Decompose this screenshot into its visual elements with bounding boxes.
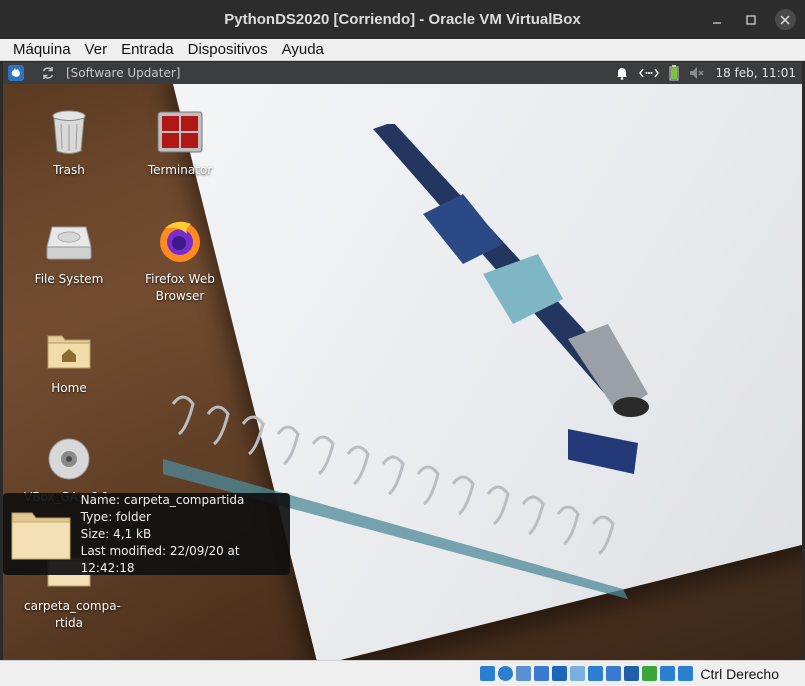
network-icon[interactable] xyxy=(639,66,660,80)
usb-icon[interactable] xyxy=(552,666,568,681)
taskbar-item-software-updater[interactable]: [Software Updater] xyxy=(66,66,180,80)
maximize-button[interactable] xyxy=(734,0,768,39)
label-line: carpeta_compa- xyxy=(24,599,121,613)
menubar: Máquina Ver Entrada Dispositivos Ayuda xyxy=(0,39,805,61)
terminal-icon xyxy=(157,111,203,153)
folder-icon xyxy=(11,512,71,560)
cpu-icon[interactable] xyxy=(642,666,658,681)
cd-icon xyxy=(48,438,90,480)
menu-dispositivos[interactable]: Dispositivos xyxy=(181,41,275,58)
menu-ayuda[interactable]: Ayuda xyxy=(275,41,331,58)
file-tooltip: Name: carpeta_compartida Type: folder Si… xyxy=(3,493,290,575)
software-updater-launcher[interactable] xyxy=(40,65,56,81)
close-icon xyxy=(780,14,790,25)
label-line: rtida xyxy=(55,616,83,630)
wallpaper-logo xyxy=(568,429,638,474)
desktop-icon-label: Terminator xyxy=(147,163,213,177)
close-button[interactable] xyxy=(768,0,802,39)
tooltip-name: Name: carpeta_compartida xyxy=(80,492,245,507)
panel-clock[interactable]: 18 feb, 11:01 xyxy=(715,66,796,80)
drive-icon xyxy=(46,226,92,260)
firefox-icon xyxy=(160,221,200,262)
video-capture-icon[interactable] xyxy=(606,666,622,681)
tooltip-modified: Last modified: 22/09/20 at 12:42:18 xyxy=(80,543,240,575)
system-tray: 18 feb, 11:01 xyxy=(615,62,802,84)
minimize-button[interactable] xyxy=(700,0,734,39)
desktop-icon-label: Firefox Web Browser xyxy=(145,272,215,303)
desktop-icon-label: Trash xyxy=(53,163,85,177)
tooltip-type: Type: folder xyxy=(80,509,151,524)
tooltip-size: Size: 4,1 kB xyxy=(80,526,152,541)
menu-maquina[interactable]: Máquina xyxy=(6,41,78,58)
trash-icon xyxy=(52,110,86,154)
guest-desktop[interactable]: Trash Terminator File System Firefox Web… xyxy=(3,84,802,660)
display-icon[interactable] xyxy=(588,666,604,681)
xfce-mouse-icon xyxy=(11,68,20,77)
menu-ver[interactable]: Ver xyxy=(78,41,115,58)
desktop-icon-home[interactable]: Home xyxy=(24,326,114,397)
refresh-icon xyxy=(42,67,54,79)
desktop-icon-file-system[interactable]: File System xyxy=(24,217,114,288)
desktop-icon-trash[interactable]: Trash xyxy=(24,108,114,179)
home-folder-icon xyxy=(47,335,91,369)
battery-icon[interactable] xyxy=(669,65,679,81)
host-key-label[interactable]: Ctrl Derecho xyxy=(700,666,779,682)
volume-muted-icon[interactable] xyxy=(689,66,705,80)
optical-icon[interactable] xyxy=(498,666,514,681)
network-icon[interactable] xyxy=(534,666,550,681)
desktop-icon-terminator[interactable]: Terminator xyxy=(135,108,225,179)
desktop-icon-label: File System xyxy=(34,272,104,286)
menu-entrada[interactable]: Entrada xyxy=(114,41,181,58)
arrow-down-icon[interactable] xyxy=(678,666,694,681)
window-titlebar[interactable]: PythonDS2020 [Corriendo] - Oracle VM Vir… xyxy=(0,0,805,39)
vrde-icon[interactable] xyxy=(624,666,640,681)
desktop-icon-label: carpeta_compa- rtida xyxy=(24,598,121,632)
mouse-icon[interactable] xyxy=(660,666,676,681)
guest-panel: [Software Updater] 18 feb, 11:01 xyxy=(3,62,802,84)
whisker-menu-button[interactable] xyxy=(8,65,24,81)
desktop-icon-label: Home xyxy=(51,381,87,395)
desktop-icon-firefox[interactable]: Firefox Web Browser xyxy=(135,217,225,305)
vbox-statusbar: Ctrl Derecho xyxy=(0,660,805,686)
window-title: PythonDS2020 [Corriendo] - Oracle VM Vir… xyxy=(224,11,581,28)
shared-folder-icon[interactable] xyxy=(570,666,586,681)
maximize-icon xyxy=(746,14,756,25)
audio-icon[interactable] xyxy=(516,666,532,681)
hdd-icon[interactable] xyxy=(480,666,496,681)
bell-icon[interactable] xyxy=(615,66,629,80)
minimize-icon xyxy=(713,21,721,24)
